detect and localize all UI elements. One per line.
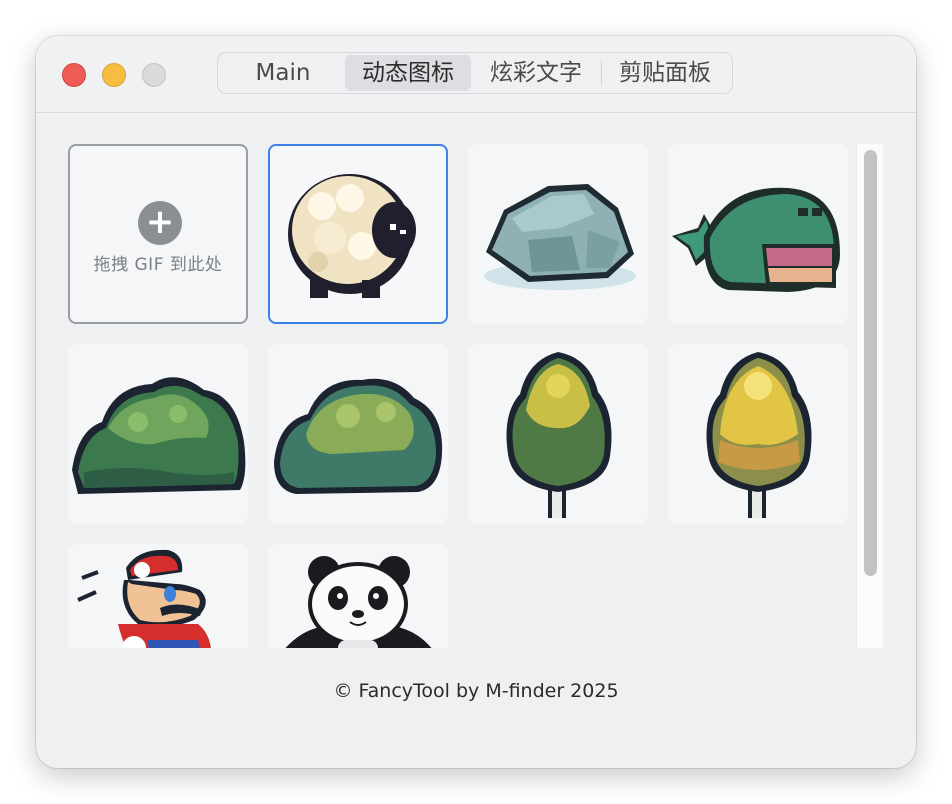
- close-window-button[interactable]: [62, 63, 86, 87]
- tab-clipboard-panel[interactable]: 剪贴面板: [602, 55, 728, 91]
- gif-tile-sheep[interactable]: [268, 144, 448, 324]
- gif-gallery: + 拖拽 GIF 到此处: [68, 144, 884, 648]
- panda-icon: [285, 556, 432, 648]
- tab-bar: Main 动态图标 炫彩文字 剪贴面板: [217, 52, 733, 94]
- bush-icon: [274, 378, 443, 494]
- rock-icon: [484, 184, 636, 290]
- sheep-icon: [288, 174, 416, 298]
- tree-icon: [706, 352, 812, 518]
- gif-drop-zone[interactable]: + 拖拽 GIF 到此处: [68, 144, 248, 324]
- gif-tile-tree-green[interactable]: [468, 344, 648, 524]
- plus-icon: +: [138, 201, 182, 245]
- title-bar: Main 动态图标 炫彩文字 剪贴面板: [36, 36, 916, 113]
- gif-tile-whale[interactable]: [668, 144, 848, 324]
- tree-icon: [506, 352, 612, 518]
- gif-tile-panda[interactable]: [268, 544, 448, 648]
- gif-tile-rock[interactable]: [468, 144, 648, 324]
- whale-icon: [672, 187, 840, 292]
- tab-colorful-text[interactable]: 炫彩文字: [471, 55, 601, 91]
- gif-tile-mario[interactable]: [68, 544, 248, 648]
- scrollbar-thumb[interactable]: [864, 150, 877, 576]
- app-window: Main 动态图标 炫彩文字 剪贴面板 + 拖拽 GIF 到此处 © Fancy…: [36, 36, 916, 768]
- gif-tile-tree-yellow[interactable]: [668, 344, 848, 524]
- zoom-window-button[interactable]: [142, 63, 166, 87]
- bush-icon: [72, 377, 246, 494]
- tab-animated-icons[interactable]: 动态图标: [345, 55, 471, 91]
- footer-copyright: © FancyTool by M-finder 2025: [333, 680, 619, 702]
- drop-zone-label: 拖拽 GIF 到此处: [93, 255, 223, 275]
- tab-main[interactable]: Main: [221, 55, 345, 91]
- gif-tile-bush-light[interactable]: [268, 344, 448, 524]
- gallery-scrollbar[interactable]: [856, 144, 883, 648]
- mario-icon: [77, 549, 211, 648]
- gif-tile-bush-dark[interactable]: [68, 344, 248, 524]
- minimize-window-button[interactable]: [102, 63, 126, 87]
